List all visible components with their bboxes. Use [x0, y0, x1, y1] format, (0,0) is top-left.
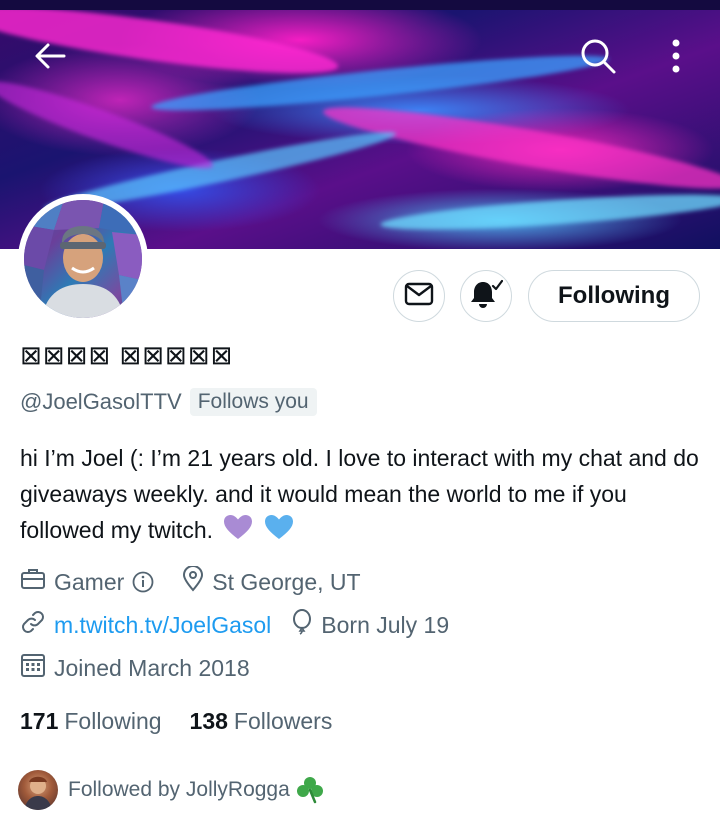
joined-item: Joined March 2018 — [20, 652, 250, 684]
website-item[interactable]: m.twitch.tv/JoelGasol — [20, 609, 271, 641]
balloon-icon — [291, 609, 321, 641]
more-vertical-icon — [671, 39, 681, 78]
search-icon — [579, 37, 617, 80]
following-button-label: Following — [558, 282, 670, 309]
info-icon[interactable] — [132, 571, 162, 593]
search-button[interactable] — [574, 34, 622, 82]
joined-text: Joined March 2018 — [54, 654, 250, 681]
blue-heart-icon — [264, 514, 294, 550]
location-text: St George, UT — [212, 568, 361, 595]
category-item: Gamer — [20, 567, 162, 597]
bell-check-icon — [469, 278, 504, 315]
arrow-left-icon — [34, 42, 66, 75]
following-count-label: Following — [64, 708, 162, 734]
meta-row-category-location: Gamer St George, UT — [20, 565, 381, 598]
envelope-icon — [404, 282, 434, 311]
notifications-button[interactable] — [460, 270, 512, 322]
status-bar — [0, 0, 720, 10]
followed-by-text: Followed by JollyRogga — [68, 778, 290, 801]
location-pin-icon — [182, 565, 212, 598]
display-name: ⊠⊠⊠⊠ ⊠⊠⊠⊠⊠ — [20, 340, 234, 370]
calendar-icon — [20, 652, 54, 684]
shamrock-icon — [296, 776, 324, 804]
more-button[interactable] — [656, 34, 696, 82]
profile-bio: hi I’m Joel (: I’m 21 years old. I love … — [20, 440, 710, 550]
message-button[interactable] — [393, 270, 445, 322]
follows-you-badge: Follows you — [189, 388, 317, 416]
handle-row: @JoelGasolTTV Follows you — [20, 388, 317, 416]
follower-avatar — [18, 770, 58, 810]
avatar-image — [24, 200, 142, 318]
user-handle: @JoelGasolTTV — [20, 389, 182, 414]
meta-row-joined: Joined March 2018 — [20, 652, 270, 684]
following-button[interactable]: Following — [528, 270, 700, 322]
followers-count-link[interactable]: 138 Followers — [190, 708, 333, 735]
briefcase-icon — [20, 567, 54, 597]
followers-count: 138 — [189, 708, 228, 734]
purple-heart-icon — [223, 514, 253, 550]
followers-count-label: Followers — [233, 708, 333, 734]
birthday-item: Born July 19 — [291, 609, 449, 641]
following-count: 171 — [20, 708, 59, 734]
following-count-link[interactable]: 171 Following — [20, 708, 162, 735]
follow-counts: 171 Following 138 Followers — [20, 708, 332, 735]
bio-text: hi I’m Joel (: I’m 21 years old. I love … — [20, 445, 699, 543]
category-text: Gamer — [54, 568, 125, 595]
link-icon — [20, 609, 54, 641]
followed-by-row[interactable]: Followed by JollyRogga — [18, 770, 324, 810]
profile-avatar[interactable] — [18, 194, 148, 324]
birthday-text: Born July 19 — [321, 611, 450, 638]
location-item: St George, UT — [182, 565, 361, 598]
back-button[interactable] — [24, 36, 76, 80]
meta-row-link-birthday: m.twitch.tv/JoelGasol Born July 19 — [20, 609, 469, 641]
website-link[interactable]: m.twitch.tv/JoelGasol — [54, 612, 271, 639]
